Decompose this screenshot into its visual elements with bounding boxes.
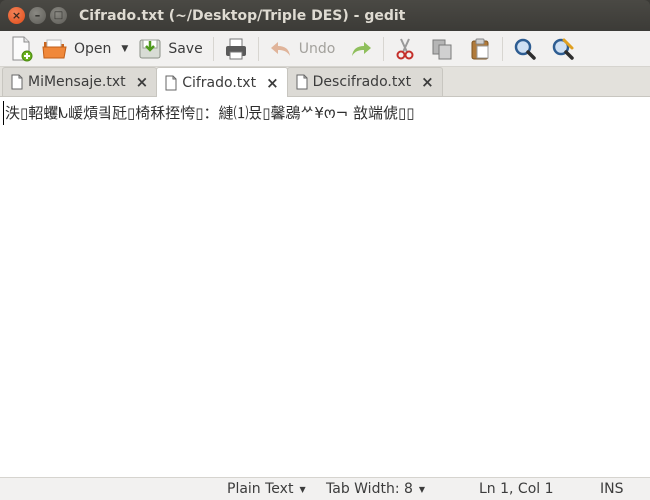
paste-button[interactable]: [464, 34, 496, 64]
redo-button[interactable]: [345, 34, 377, 64]
find-replace-icon: [553, 38, 575, 60]
tab-label: Descifrado.txt: [312, 74, 412, 90]
tab-width-selector[interactable]: Tab Width: 8 ▼: [326, 481, 425, 497]
maximize-icon: □: [53, 9, 64, 21]
undo-label: Undo: [298, 40, 336, 57]
chevron-down-icon: ▼: [121, 43, 129, 54]
tab-label: MiMensaje.txt: [28, 74, 126, 90]
toolbar-separator: [212, 36, 214, 61]
close-tab-icon[interactable]: ×: [421, 73, 434, 91]
new-document-button[interactable]: [6, 34, 38, 64]
open-button[interactable]: Open: [38, 34, 115, 64]
text-file-icon: [11, 74, 23, 90]
close-icon: ×: [11, 9, 22, 22]
tab-descifrado[interactable]: Descifrado.txt ×: [286, 67, 443, 96]
window-controls: × – □: [8, 7, 67, 24]
print-button[interactable]: [220, 34, 252, 64]
editor-content[interactable]: 泆▯軺蠼ᗃ嵈熕킠瓩▯椅秝挃恗▯：縺⑴뮸▯馨鵋ᄽ¥ო¬ 敨端俿▯▯: [5, 102, 415, 123]
find-replace-button[interactable]: [547, 34, 579, 64]
text-file-icon: [296, 74, 308, 90]
toolbar: Open ▼ Save Undo: [0, 31, 650, 67]
text-cursor: [3, 101, 4, 125]
close-tab-icon[interactable]: ×: [266, 74, 279, 92]
undo-icon: [270, 41, 290, 56]
tab-mimensaje[interactable]: MiMensaje.txt ×: [2, 67, 158, 96]
paste-icon: [471, 38, 489, 59]
language-selector[interactable]: Plain Text ▼: [227, 481, 306, 497]
chevron-down-icon: ▼: [418, 484, 426, 494]
open-label: Open: [74, 40, 112, 57]
save-button[interactable]: Save: [134, 34, 206, 64]
cut-button[interactable]: [390, 34, 420, 64]
tab-cifrado[interactable]: Cifrado.txt ×: [156, 67, 288, 97]
toolbar-separator: [257, 36, 259, 61]
save-label: Save: [168, 40, 203, 57]
open-folder-icon: [42, 39, 67, 58]
cut-icon: [396, 38, 414, 59]
insert-mode: INS: [600, 481, 624, 497]
minimize-window-button[interactable]: –: [29, 7, 46, 24]
window-title: Cifrado.txt (~/Desktop/Triple DES) - ged…: [79, 7, 406, 24]
tab-width-label: Tab Width: 8: [326, 481, 413, 497]
cursor-position: Ln 1, Col 1: [479, 481, 554, 497]
redo-icon: [352, 41, 372, 56]
insert-mode-label: INS: [600, 481, 624, 497]
tab-label: Cifrado.txt: [182, 74, 257, 91]
document-tabs: MiMensaje.txt × Cifrado.txt × Descifrado…: [0, 67, 650, 97]
maximize-window-button[interactable]: □: [50, 7, 67, 24]
toolbar-separator: [383, 36, 385, 61]
title-bar: × – □ Cifrado.txt (~/Desktop/Triple DES)…: [0, 0, 650, 31]
copy-button[interactable]: [426, 34, 458, 64]
chevron-down-icon: ▼: [299, 484, 306, 494]
minimize-icon: –: [34, 9, 41, 22]
close-tab-icon[interactable]: ×: [136, 73, 149, 91]
status-bar: Plain Text ▼ Tab Width: 8 ▼ Ln 1, Col 1 …: [0, 477, 650, 500]
save-icon: [139, 39, 161, 58]
copy-icon: [432, 39, 452, 59]
new-document-icon: [12, 36, 33, 61]
undo-button[interactable]: Undo: [265, 34, 340, 64]
toolbar-separator: [502, 36, 504, 61]
open-recent-dropdown[interactable]: ▼: [115, 44, 134, 54]
close-window-button[interactable]: ×: [8, 7, 25, 24]
find-icon: [515, 38, 537, 60]
text-editor[interactable]: 泆▯軺蠼ᗃ嵈熕킠瓩▯椅秝挃恗▯：縺⑴뮸▯馨鵋ᄽ¥ო¬ 敨端俿▯▯: [0, 97, 650, 477]
language-label: Plain Text: [227, 481, 294, 497]
cursor-position-label: Ln 1, Col 1: [479, 481, 554, 497]
print-icon: [225, 38, 246, 59]
find-button[interactable]: [509, 34, 541, 64]
text-file-icon: [165, 75, 177, 90]
